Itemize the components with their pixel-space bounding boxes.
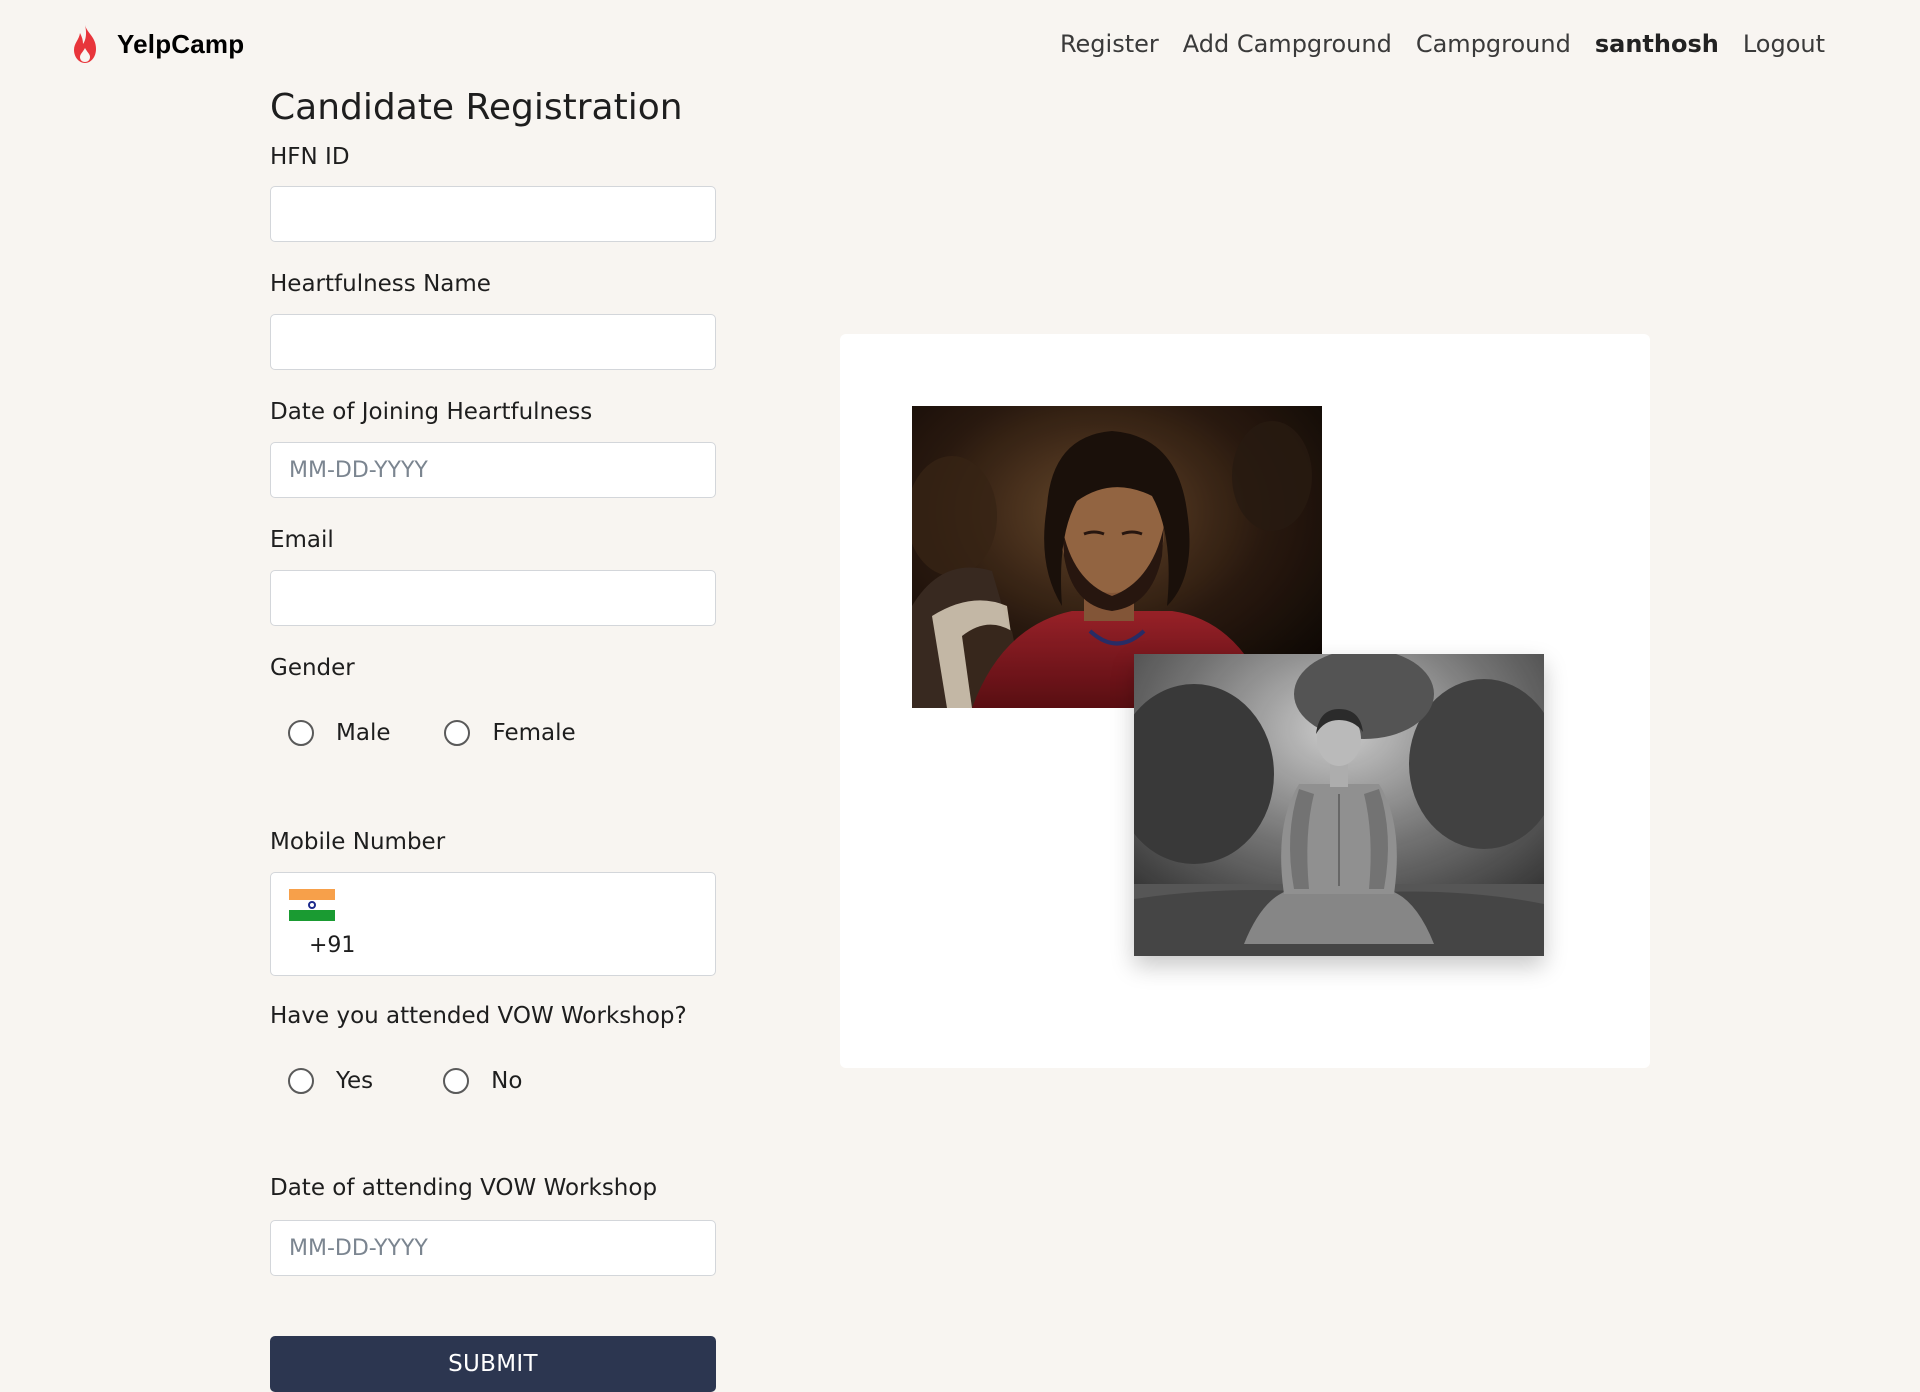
submit-button[interactable]: SUBMIT xyxy=(270,1336,716,1392)
page-title: Candidate Registration xyxy=(270,87,683,128)
mobile-number-field: +91 xyxy=(270,872,716,976)
nav-logout-link[interactable]: Logout xyxy=(1731,30,1837,58)
brand-name: YelpCamp xyxy=(117,28,245,59)
mobile-number-input[interactable] xyxy=(351,925,701,969)
gender-female-label: Female xyxy=(492,720,576,746)
vow-no-radio[interactable] xyxy=(443,1068,470,1094)
vow-attended-radio-group: Yes No xyxy=(288,1068,522,1094)
email-input[interactable] xyxy=(270,570,716,626)
gender-female-option[interactable]: Female xyxy=(444,720,576,746)
vow-yes-label: Yes xyxy=(336,1068,374,1094)
vow-no-option[interactable]: No xyxy=(443,1068,522,1094)
nav-add-campground-link[interactable]: Add Campground xyxy=(1171,30,1404,58)
vow-attended-label: Have you attended VOW Workshop? xyxy=(270,1003,687,1029)
meditating-woman-photo xyxy=(1134,654,1544,956)
dial-code: +91 xyxy=(309,933,356,958)
email-label: Email xyxy=(270,527,334,553)
vow-yes-radio[interactable] xyxy=(288,1068,314,1094)
nav-username-link[interactable]: santhosh xyxy=(1583,30,1731,58)
heartfulness-name-label: Heartfulness Name xyxy=(270,271,491,297)
date-joining-input[interactable] xyxy=(270,442,716,498)
mobile-number-label: Mobile Number xyxy=(270,829,446,855)
candidate-registration-form: Candidate Registration HFN ID Heartfulne… xyxy=(270,86,716,1392)
gender-male-radio[interactable] xyxy=(288,720,314,746)
india-flag-icon[interactable] xyxy=(289,889,335,921)
navbar: YelpCamp Register Add Campground Campgro… xyxy=(0,0,1920,86)
heartfulness-name-input[interactable] xyxy=(270,314,716,370)
gender-label: Gender xyxy=(270,655,355,681)
nav-register-link[interactable]: Register xyxy=(1048,30,1171,58)
hfn-id-label: HFN ID xyxy=(270,144,350,170)
vow-yes-option[interactable]: Yes xyxy=(288,1068,373,1094)
gender-female-radio[interactable] xyxy=(444,720,471,746)
vow-date-label: Date of attending VOW Workshop xyxy=(270,1175,658,1201)
nav-campground-link[interactable]: Campground xyxy=(1404,30,1583,58)
hfn-id-input[interactable] xyxy=(270,186,716,242)
nav-links: Register Add Campground Campground santh… xyxy=(1048,24,1837,64)
gender-male-label: Male xyxy=(336,720,391,746)
gender-male-option[interactable]: Male xyxy=(288,720,390,746)
gender-radio-group: Male Female xyxy=(288,720,576,746)
vow-date-input[interactable] xyxy=(270,1220,716,1276)
vow-no-label: No xyxy=(491,1068,523,1094)
flame-icon xyxy=(74,25,96,63)
date-joining-label: Date of Joining Heartfulness xyxy=(270,399,593,425)
image-card xyxy=(840,334,1650,1068)
brand-link[interactable]: YelpCamp xyxy=(69,22,244,66)
